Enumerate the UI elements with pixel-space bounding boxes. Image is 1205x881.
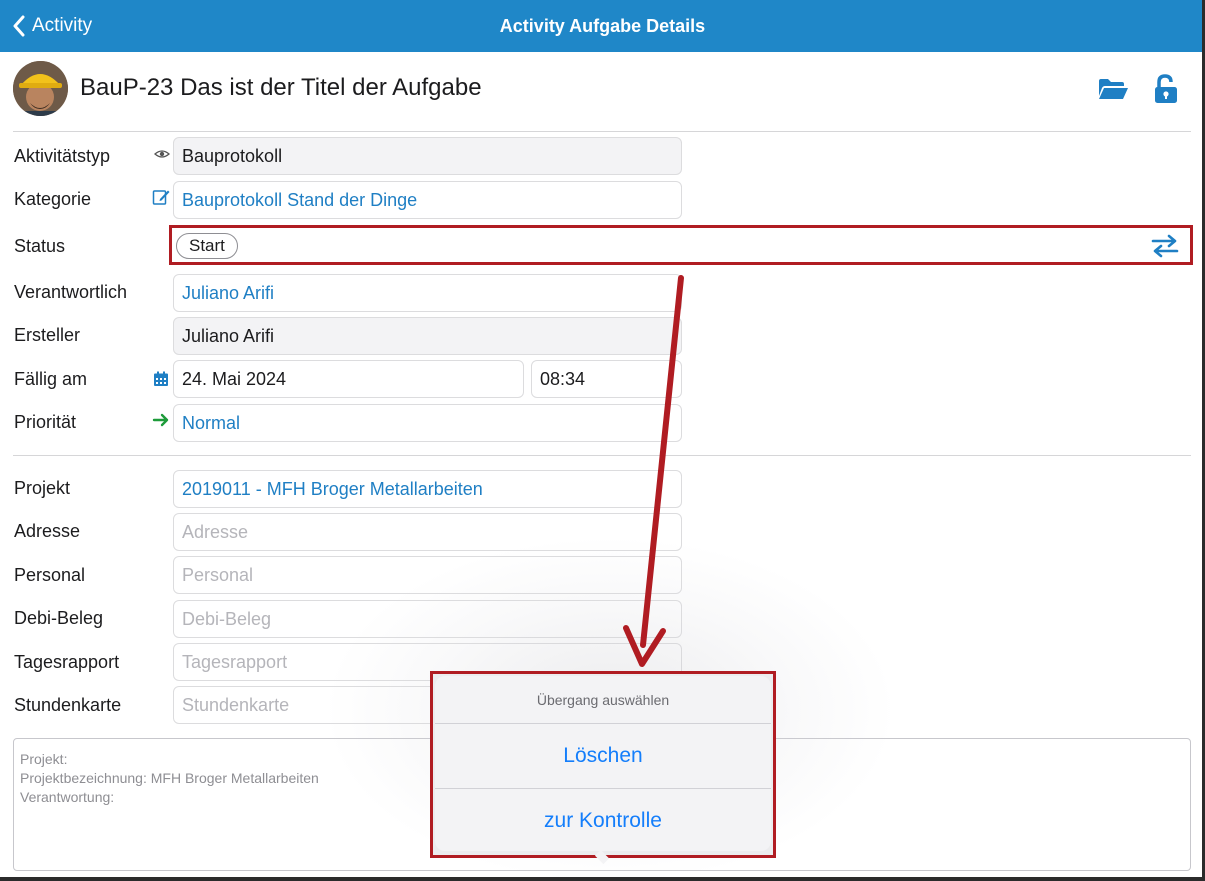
page-title: Activity Aufgabe Details [499,16,706,36]
kategorie-field[interactable]: Bauprotokoll Stand der Dinge [173,181,682,219]
delete-transition-button[interactable]: Löschen [435,724,771,788]
tagesrapport-label: Tagesrapport [14,652,120,672]
personal-field[interactable]: Personal [173,556,682,594]
transition-action-sheet: Übergang auswählen Löschen zur Kontrolle [430,671,776,858]
kategorie-label: Kategorie [14,189,92,209]
verantwortlich-field[interactable]: Juliano Arifi [173,274,682,312]
adresse-label: Adresse [14,521,81,541]
review-transition-button[interactable]: zur Kontrolle [435,788,771,851]
verantwortlich-label: Verantwortlich [14,282,128,302]
debi-beleg-field[interactable]: Debi-Beleg [173,600,682,638]
due-time-field[interactable]: 08:34 [531,360,682,398]
debi-beleg-label: Debi-Beleg [14,608,104,628]
projekt-label: Projekt [14,478,71,498]
action-sheet-title: Übergang auswählen [435,676,771,724]
action-sheet-body: Übergang auswählen Löschen zur Kontrolle [435,676,771,851]
status-label: Status [14,236,66,256]
projekt-field[interactable]: 2019011 - MFH Broger Metallarbeiten [173,470,682,508]
chevron-left-icon [13,15,25,37]
open-folder-button[interactable] [1096,72,1130,106]
aktivitaetstyp-field: Bauprotokoll [173,137,682,175]
activity-task-details-screen: Activity Activity Aufgabe Details BauP-2… [0,0,1205,881]
folder-open-icon [1099,79,1128,99]
ersteller-field: Juliano Arifi [173,317,682,355]
ersteller-label: Ersteller [14,325,81,345]
personal-label: Personal [14,565,86,585]
unlock-icon [1155,74,1177,103]
edit-icon [152,188,170,206]
due-date-field[interactable]: 24. Mai 2024 [173,360,524,398]
window-edge-bottom [0,877,1205,881]
faellig-label: Fällig am [14,369,88,389]
eye-icon [153,145,171,163]
status-badge[interactable]: Start [176,233,238,259]
calendar-icon [152,370,170,388]
back-button[interactable]: Activity [12,0,92,52]
status-row[interactable]: Start [169,225,1193,265]
avatar-image [13,61,68,116]
avatar[interactable] [13,61,68,116]
stundenkarte-label: Stundenkarte [14,695,122,715]
navigation-bar: Activity Activity Aufgabe Details [0,0,1205,52]
aktivitaetstyp-label: Aktivitätstyp [14,146,111,166]
prioritaet-field[interactable]: Normal [173,404,682,442]
header-divider [13,131,1191,132]
adresse-field[interactable]: Adresse [173,513,682,551]
section-divider [13,455,1191,456]
transition-swap-icon[interactable] [1150,232,1180,260]
back-button-label: Activity [32,15,93,36]
unlock-button[interactable] [1149,72,1183,106]
prioritaet-label: Priorität [14,412,77,432]
task-title: BauP-23 Das ist der Titel der Aufgabe [80,74,482,101]
arrow-right-icon [152,411,170,429]
